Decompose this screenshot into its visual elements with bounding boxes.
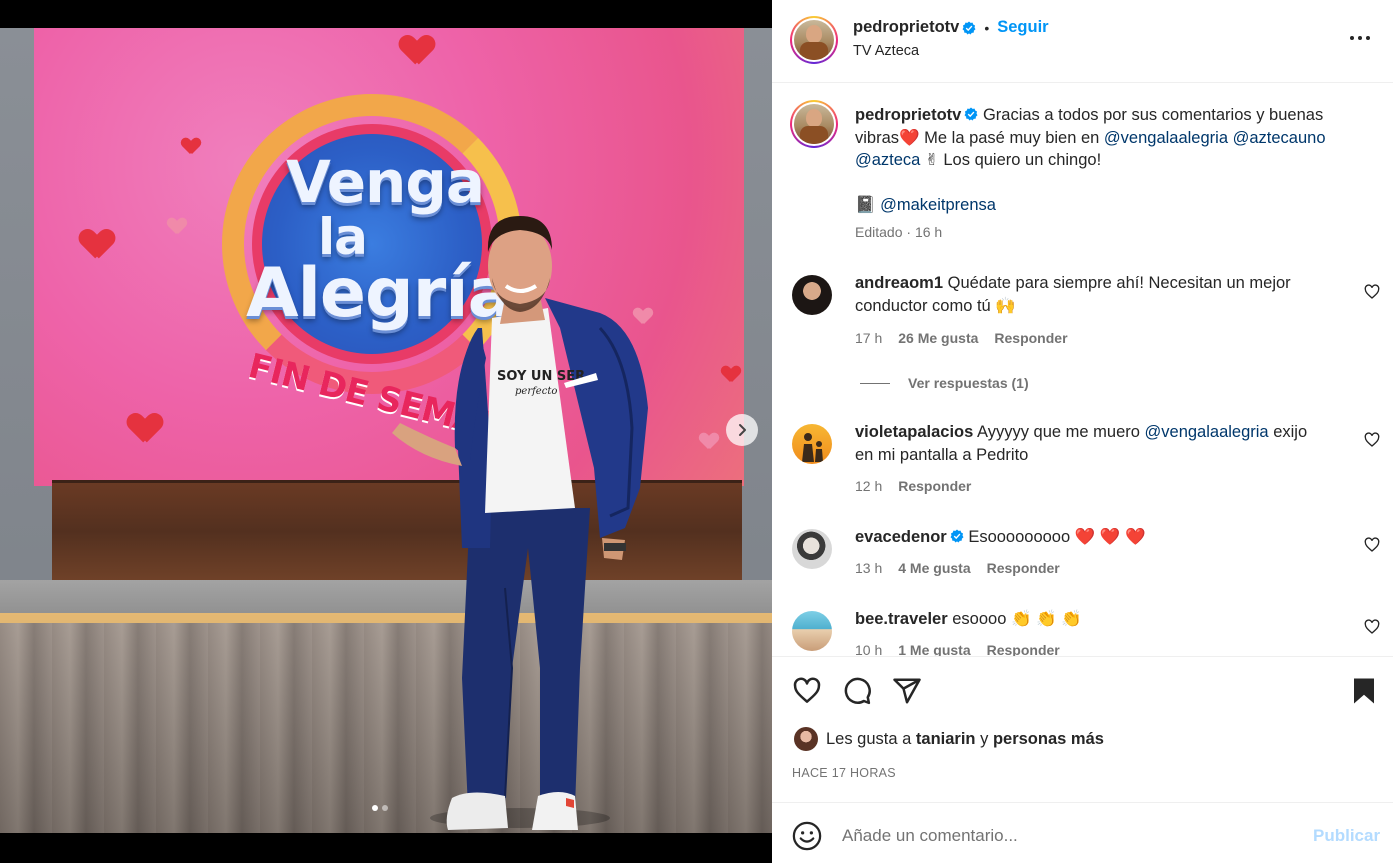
view-replies-button[interactable]: Ver respuestas (1): [860, 375, 1029, 391]
comment-icon[interactable]: [842, 676, 872, 706]
comment-time: 12 h: [855, 478, 883, 494]
carousel-pager: [372, 805, 388, 811]
verified-badge-icon: [962, 21, 976, 34]
like-heart-icon[interactable]: [792, 676, 822, 706]
commenter-username[interactable]: bee.traveler: [855, 610, 948, 628]
commenter-avatar[interactable]: [792, 611, 832, 651]
post-media[interactable]: Venga la Alegría FIN DE SEMANA SOY UN SE…: [0, 0, 772, 863]
mention-link[interactable]: @makeitprensa: [880, 196, 996, 214]
follow-button[interactable]: Seguir: [997, 18, 1048, 37]
comment-likes[interactable]: 4 Me gusta: [898, 560, 970, 576]
post-location[interactable]: TV Azteca: [853, 43, 919, 59]
avatar-image: [794, 104, 834, 144]
reply-button[interactable]: Responder: [987, 560, 1060, 576]
pager-dot-active: [372, 805, 378, 811]
more-options-icon[interactable]: [1342, 28, 1378, 48]
comment-meta: 12 h Responder: [855, 478, 971, 494]
likes-prefix: Les gusta a: [826, 729, 912, 748]
verified-badge-icon: [964, 107, 978, 121]
heart-emoji: ❤️: [899, 128, 920, 147]
avatar-image: [794, 20, 834, 60]
reply-button[interactable]: Responder: [987, 642, 1060, 656]
comment-text: violetapalacios Ayyyyy que me muero @ven…: [855, 421, 1325, 466]
heart-icon[interactable]: [1364, 619, 1380, 635]
caption-username[interactable]: pedroprietotv: [855, 106, 961, 124]
header-separator: •: [984, 19, 990, 36]
notebook-emoji: 📓: [855, 196, 876, 215]
reply-button[interactable]: Responder: [994, 330, 1067, 346]
comment-message: Ayyyyy que me muero: [977, 423, 1145, 441]
comment-text: bee.traveler esoooo 👏 👏 👏: [855, 608, 1325, 631]
post-side-panel: pedroprietotv • Seguir TV Azteca pedropr…: [772, 0, 1393, 863]
reply-button[interactable]: Responder: [898, 478, 971, 494]
comment-meta: 13 h 4 Me gusta Responder: [855, 560, 1060, 576]
others-likes-link[interactable]: personas más: [993, 730, 1104, 749]
liker-username[interactable]: taniarin: [916, 730, 976, 749]
comment-text: evacedenor Esooooooooo ❤️ ❤️ ❤️: [855, 526, 1325, 549]
comment-input[interactable]: [842, 819, 1302, 853]
share-icon[interactable]: [892, 676, 922, 706]
post-photo: Venga la Alegría FIN DE SEMANA SOY UN SE…: [0, 28, 772, 833]
replies-line: [860, 382, 890, 384]
liker-avatar[interactable]: [794, 727, 818, 751]
comment-text: andreaom1 Quédate para siempre ahí! Nece…: [855, 272, 1325, 317]
next-arrow-icon: [739, 424, 746, 436]
shirt-slogan-sub: perfecto: [515, 386, 557, 397]
next-slide-button[interactable]: [726, 414, 758, 446]
emoji-icon[interactable]: [792, 821, 822, 851]
post-actions: Les gusta a taniarin y personas más HACE…: [772, 656, 1393, 802]
likes-summary: Les gusta a taniarin y personas más: [794, 727, 1104, 751]
view-replies-label: Ver respuestas (1): [908, 375, 1029, 391]
caption-time: 16 h: [914, 224, 943, 240]
heart-icon[interactable]: [1364, 284, 1380, 300]
post-timestamp[interactable]: HACE 17 HORAS: [792, 766, 896, 780]
bookmark-icon[interactable]: [1349, 676, 1379, 706]
caption-text: pedroprietotv Gracias a todos por sus co…: [855, 104, 1355, 217]
edited-label: Editado: [855, 224, 903, 240]
meta-dot: ·: [906, 224, 912, 240]
verified-badge-icon: [950, 529, 964, 543]
comment-time: 13 h: [855, 560, 883, 576]
post-header: pedroprietotv • Seguir TV Azteca: [772, 0, 1393, 83]
likes-middle: y: [980, 729, 989, 748]
commenter-avatar[interactable]: [792, 424, 832, 464]
publish-button[interactable]: Publicar: [1313, 826, 1380, 846]
author-username[interactable]: pedroprietotv: [853, 18, 959, 37]
header-title-row: pedroprietotv • Seguir: [853, 18, 1049, 37]
author-avatar[interactable]: [790, 16, 838, 64]
heart-icon[interactable]: [1364, 537, 1380, 553]
comment-meta: 10 h 1 Me gusta Responder: [855, 642, 1060, 656]
pager-dot: [382, 805, 388, 811]
comment-meta: 17 h 26 Me gusta Responder: [855, 330, 1068, 346]
add-comment-bar: Publicar: [772, 802, 1393, 863]
caption-author-avatar[interactable]: [790, 100, 838, 148]
mention-link[interactable]: @aztecauno: [1233, 129, 1326, 147]
caption-meta: Editado · 16 h: [855, 224, 942, 240]
mention-link[interactable]: @vengalaalegria: [1104, 129, 1228, 147]
comments-list[interactable]: pedroprietotv Gracias a todos por sus co…: [772, 84, 1393, 656]
commenter-avatar[interactable]: [792, 529, 832, 569]
presenter-figure: SOY UN SER perfecto: [392, 216, 648, 830]
caption-text-part: Los quiero un chingo!: [938, 151, 1102, 170]
victory-hand-emoji: ✌: [924, 151, 939, 170]
avatar-silhouette: [802, 433, 823, 462]
comment-likes[interactable]: 26 Me gusta: [898, 330, 978, 346]
commenter-avatar[interactable]: [792, 275, 832, 315]
commenter-username[interactable]: evacedenor: [855, 528, 947, 546]
comment-message: esoooo 👏 👏 👏: [952, 610, 1082, 628]
mention-link[interactable]: @vengalaalegria: [1145, 423, 1269, 441]
comment-time: 10 h: [855, 642, 883, 656]
comment-likes[interactable]: 1 Me gusta: [898, 642, 970, 656]
commenter-username[interactable]: violetapalacios: [855, 423, 973, 441]
heart-icon[interactable]: [1364, 432, 1380, 448]
comment-time: 17 h: [855, 330, 883, 346]
mention-link[interactable]: @azteca: [855, 151, 920, 169]
commenter-username[interactable]: andreaom1: [855, 274, 943, 292]
caption-text-part: Me la pasé muy bien en: [919, 128, 1104, 147]
comment-message: Esooooooooo ❤️ ❤️ ❤️: [968, 528, 1146, 546]
